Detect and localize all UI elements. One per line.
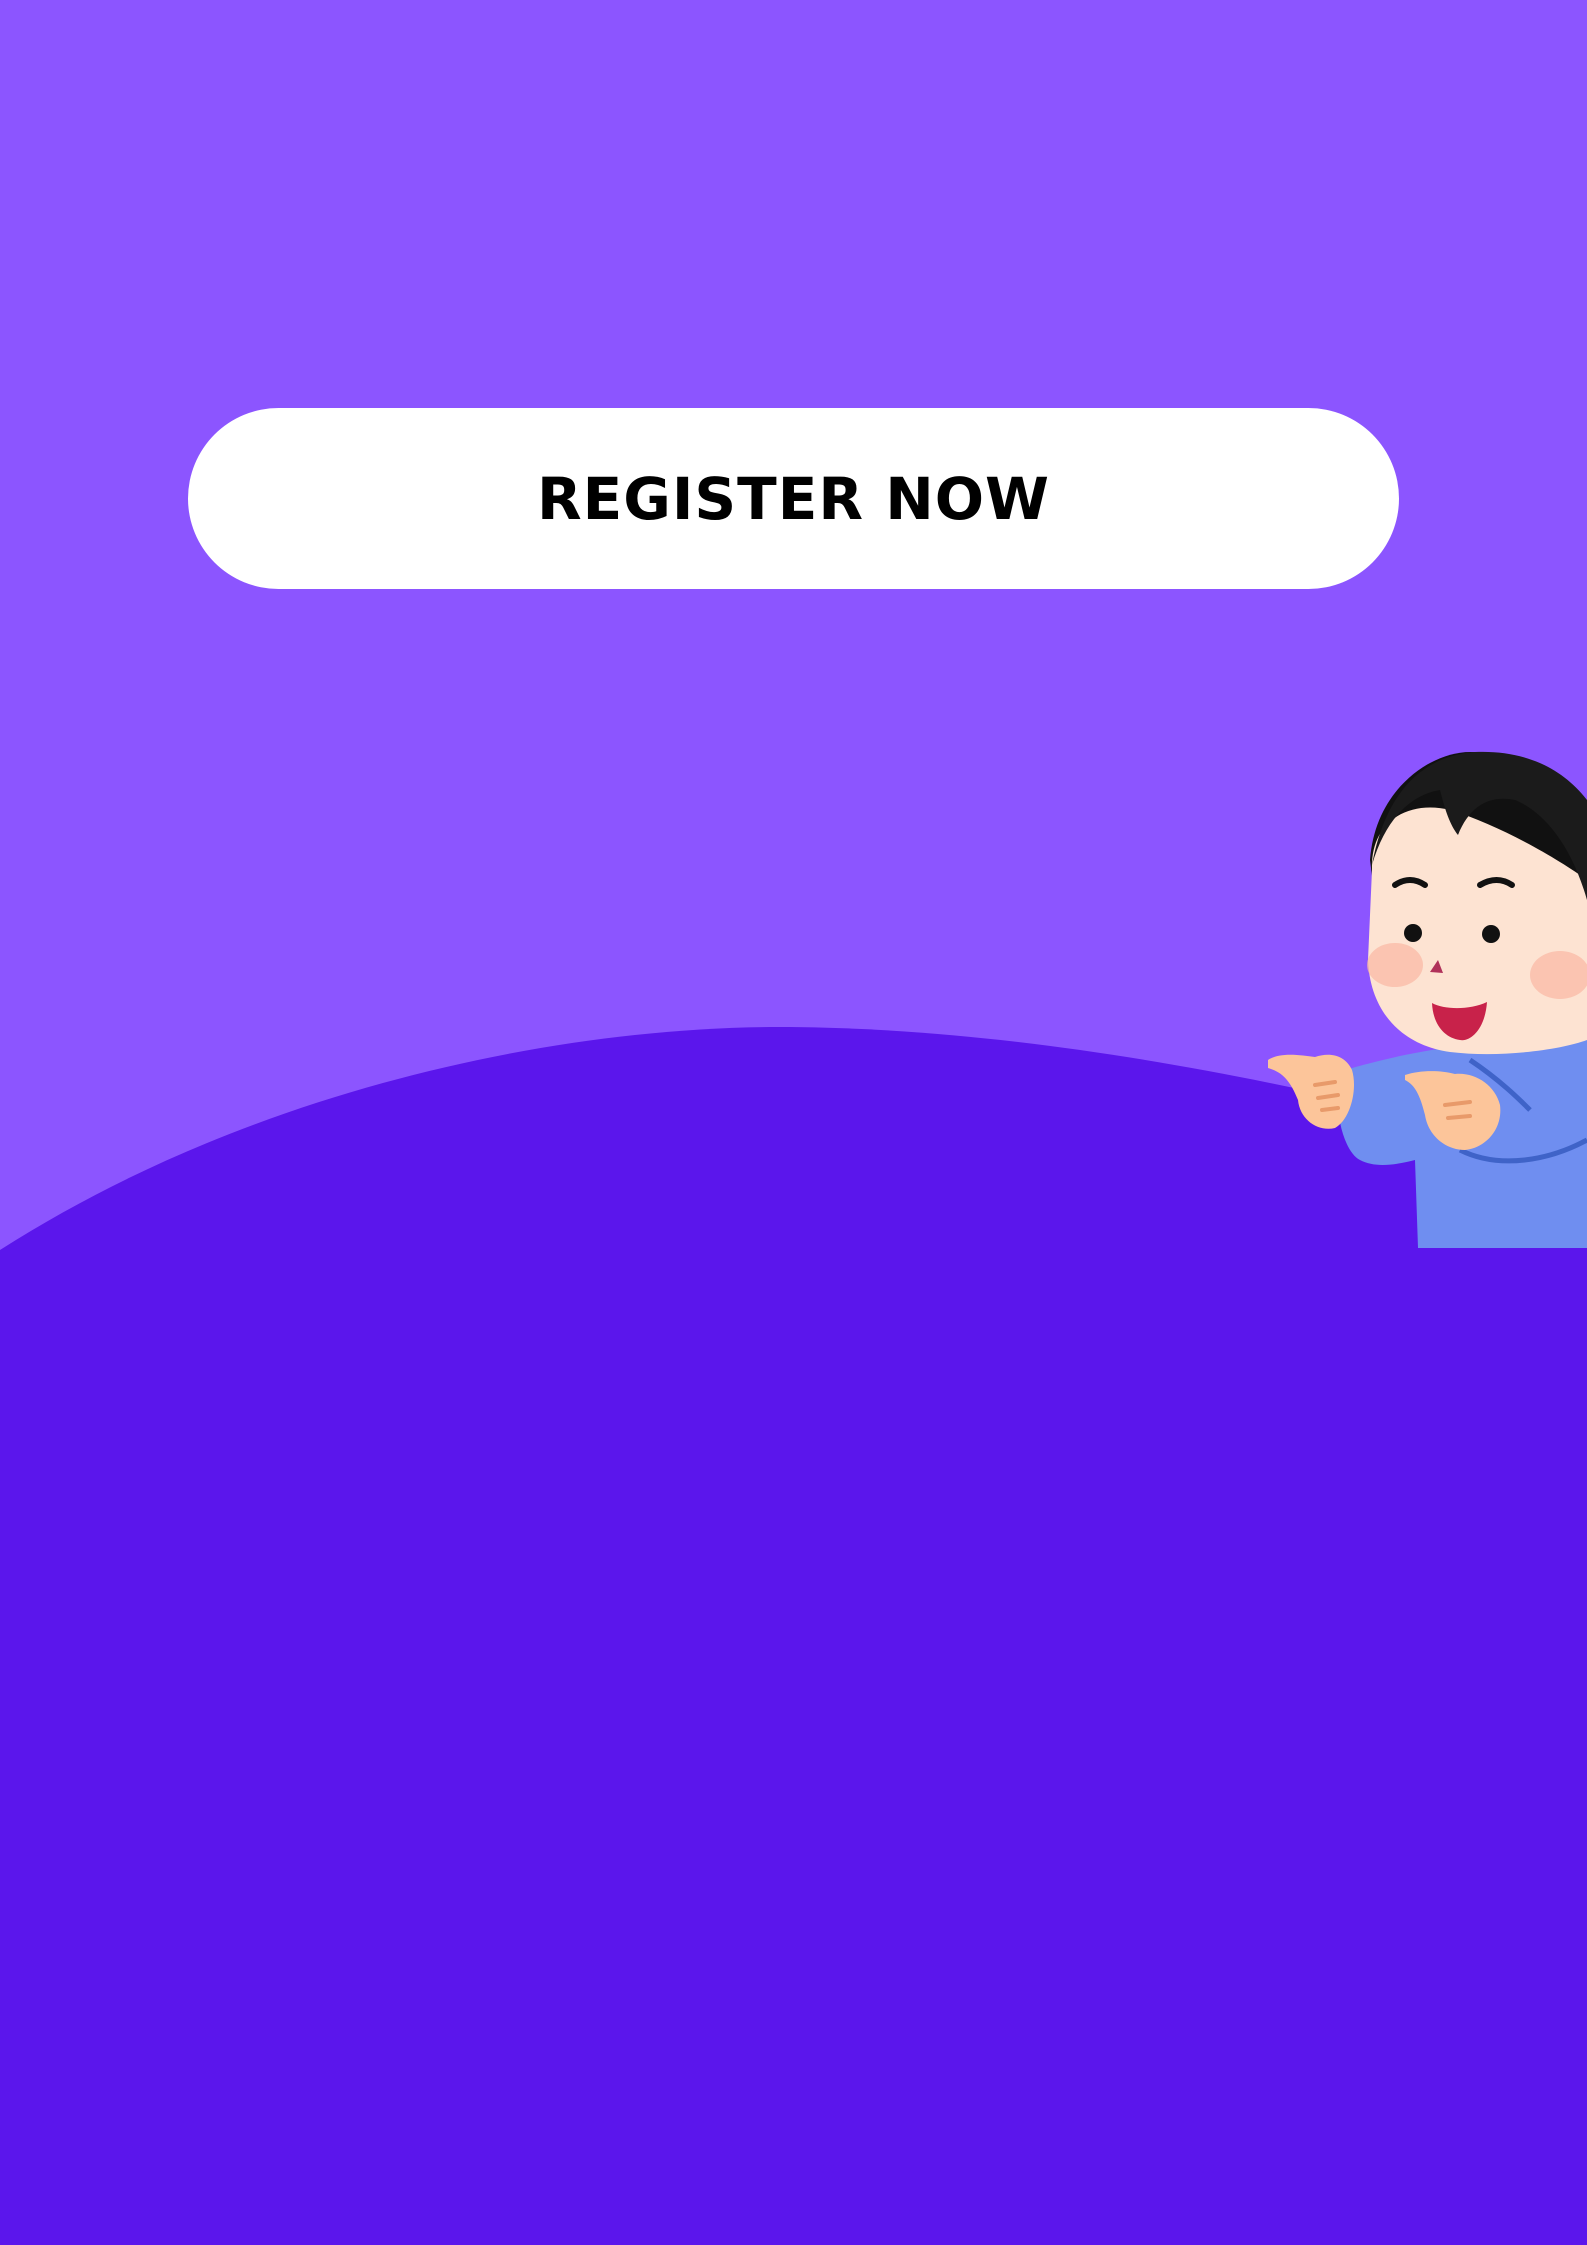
mascot-eye-right	[1482, 925, 1500, 943]
register-now-label: REGISTER NOW	[536, 464, 1051, 533]
flyer-page: REGISTER NOW	[0, 0, 1587, 2245]
mascot-cheek-left	[1367, 943, 1423, 987]
mascot-hand-left	[1268, 1054, 1355, 1129]
pointing-boy-icon	[1268, 751, 1587, 1248]
mascot-eye-left	[1404, 924, 1422, 942]
register-now-button[interactable]: REGISTER NOW	[188, 408, 1399, 589]
